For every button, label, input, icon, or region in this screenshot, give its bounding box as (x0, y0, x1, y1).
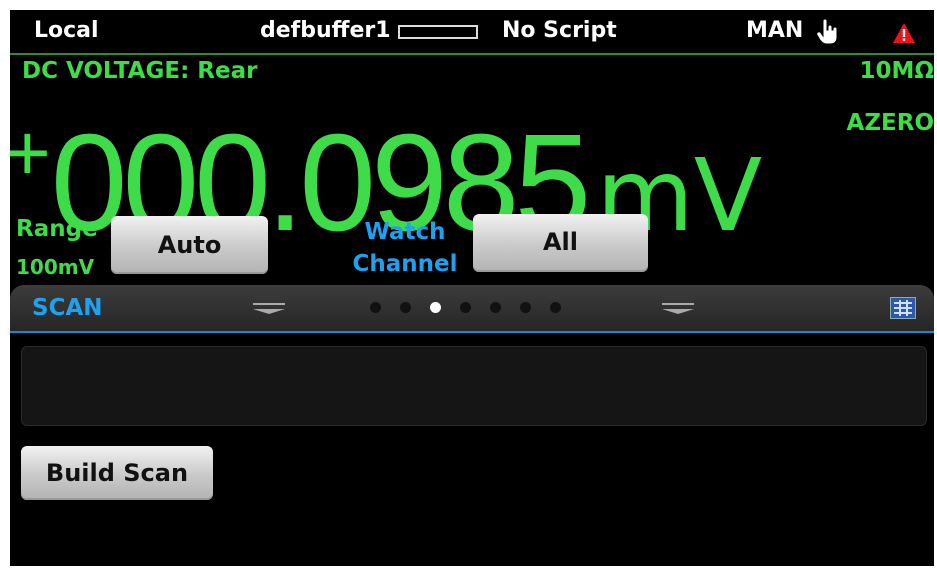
swipe-screen-header[interactable]: SCAN (10, 285, 934, 333)
page-dot-6[interactable] (520, 302, 531, 313)
instrument-screen: Local defbuffer1 No Script MAN DC VOLTAG… (10, 10, 934, 566)
watch-channel-button[interactable]: All (473, 214, 648, 272)
status-local[interactable]: Local (34, 18, 99, 44)
build-scan-button[interactable]: Build Scan (21, 446, 213, 500)
watch-label-line2: Channel (352, 251, 458, 277)
input-impedance[interactable]: 10MΩ (860, 58, 934, 84)
page-dot-2[interactable] (400, 302, 411, 313)
status-bar: Local defbuffer1 No Script MAN (10, 10, 934, 55)
scan-list[interactable] (21, 346, 927, 426)
reading-sign: + (10, 108, 51, 197)
page-dot-1[interactable] (370, 302, 381, 313)
watch-label-line1: Watch (364, 219, 446, 245)
swipe-handle-right-icon[interactable] (662, 303, 694, 314)
page-dot-5[interactable] (490, 302, 501, 313)
page-dot-7[interactable] (550, 302, 561, 313)
page-dot-4[interactable] (460, 302, 471, 313)
status-trigger-mode[interactable]: MAN (746, 18, 803, 44)
status-script[interactable]: No Script (502, 18, 617, 44)
azero-indicator[interactable]: AZERO (847, 110, 934, 136)
page-dot-3[interactable] (430, 302, 441, 313)
swipe-title: SCAN (32, 295, 103, 321)
watch-channel-label: Watch Channel (340, 216, 470, 280)
buffer-fill-bar[interactable] (398, 25, 478, 39)
range-value: 100mV (16, 255, 95, 279)
range-label: Range (16, 216, 98, 242)
warning-triangle-icon[interactable] (892, 22, 916, 44)
status-buffer-name[interactable]: defbuffer1 (260, 18, 391, 44)
hand-pointer-icon[interactable] (816, 18, 838, 46)
range-auto-button[interactable]: Auto (111, 216, 268, 274)
swipe-handle-left-icon[interactable] (253, 303, 285, 314)
channel-grid-icon[interactable] (890, 297, 916, 319)
